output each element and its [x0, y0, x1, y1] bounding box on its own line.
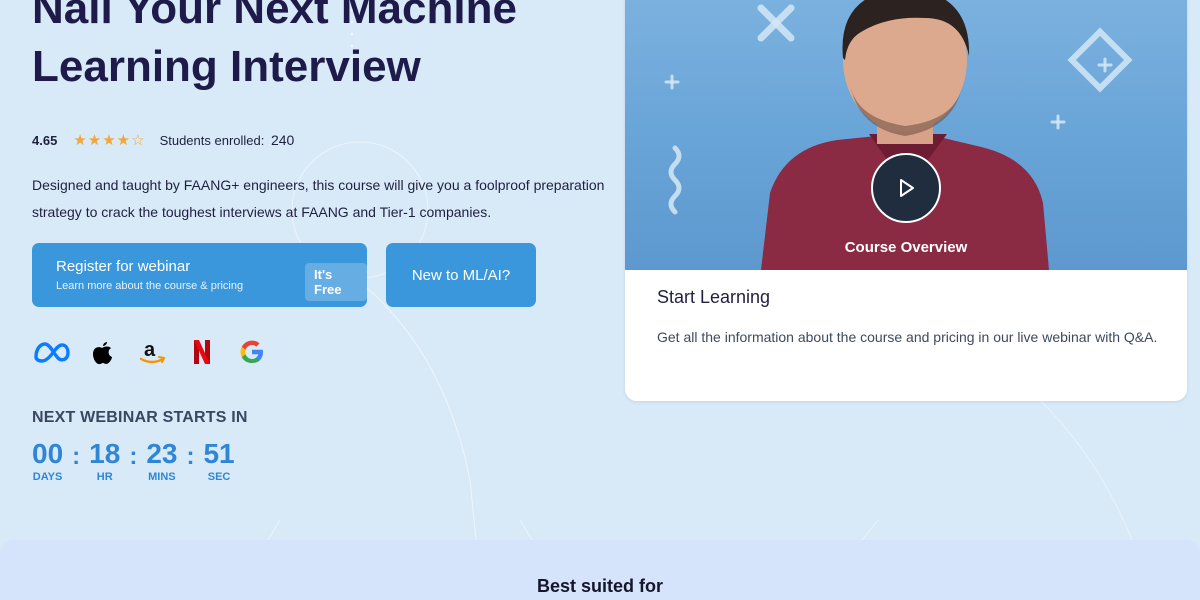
- google-logo-icon: [232, 333, 272, 371]
- amazon-logo-icon: a: [132, 333, 172, 371]
- card-description: Get all the information about the course…: [657, 329, 1158, 345]
- countdown-minutes: 23 MINS: [146, 438, 177, 484]
- best-suited-heading: Best suited for: [536, 576, 664, 596]
- star-rating-icon: ★★★★☆: [73, 132, 146, 149]
- company-logos: a: [32, 333, 272, 371]
- countdown-minutes-value: 23: [146, 438, 178, 469]
- course-overview-video[interactable]: Course Overview: [625, 0, 1187, 270]
- register-button-title: Register for webinar: [56, 258, 191, 275]
- countdown-separator: :: [129, 443, 138, 470]
- countdown-seconds: 51 SEC: [203, 438, 234, 484]
- countdown-hours: 18 HR: [89, 438, 120, 484]
- enrolled-label: Students enrolled:: [159, 133, 265, 148]
- countdown-hours-value: 18: [89, 438, 121, 469]
- play-icon[interactable]: [871, 153, 941, 223]
- meta-logo-icon: [32, 333, 72, 371]
- card-title: Start Learning: [657, 287, 771, 307]
- rating-row: 4.65 ★★★★☆ Students enrolled: 240: [32, 130, 294, 150]
- countdown-minutes-label: MINS: [148, 471, 176, 483]
- course-description: Designed and taught by FAANG+ engineers,…: [32, 177, 605, 220]
- apple-logo-icon: [82, 333, 122, 371]
- free-badge: It's Free: [305, 263, 367, 301]
- countdown-days: 00 DAYS: [32, 438, 63, 484]
- webinar-countdown: 00 DAYS : 18 HR : 23 MINS : 51 SEC: [32, 438, 235, 484]
- countdown-separator: :: [72, 443, 81, 470]
- enrolled-count: 240: [270, 132, 295, 148]
- register-webinar-button[interactable]: Register for webinar Learn more about th…: [32, 243, 367, 307]
- course-overview-card: Course Overview Start Learning Get all t…: [625, 0, 1187, 401]
- countdown-seconds-label: SEC: [207, 471, 231, 483]
- register-button-subtitle: Learn more about the course & pricing: [56, 280, 244, 292]
- video-thumbnail: [664, 0, 1133, 270]
- svg-text:a: a: [144, 339, 156, 361]
- students-enrolled: Students enrolled: 240: [160, 132, 295, 148]
- countdown-separator: :: [186, 443, 195, 470]
- new-to-ml-button[interactable]: New to ML/AI?: [386, 243, 536, 307]
- countdown-seconds-value: 51: [203, 438, 235, 469]
- rating-value: 4.65: [32, 132, 58, 148]
- countdown-days-label: DAYS: [32, 471, 63, 483]
- page-title: Nail Your Next Machine Learning Intervie…: [32, 0, 517, 91]
- video-caption: Course Overview: [844, 239, 968, 256]
- webinar-countdown-heading: NEXT WEBINAR STARTS IN: [32, 409, 248, 426]
- netflix-logo-icon: [182, 333, 222, 371]
- countdown-hours-label: HR: [96, 471, 113, 483]
- countdown-days-value: 00: [32, 438, 64, 469]
